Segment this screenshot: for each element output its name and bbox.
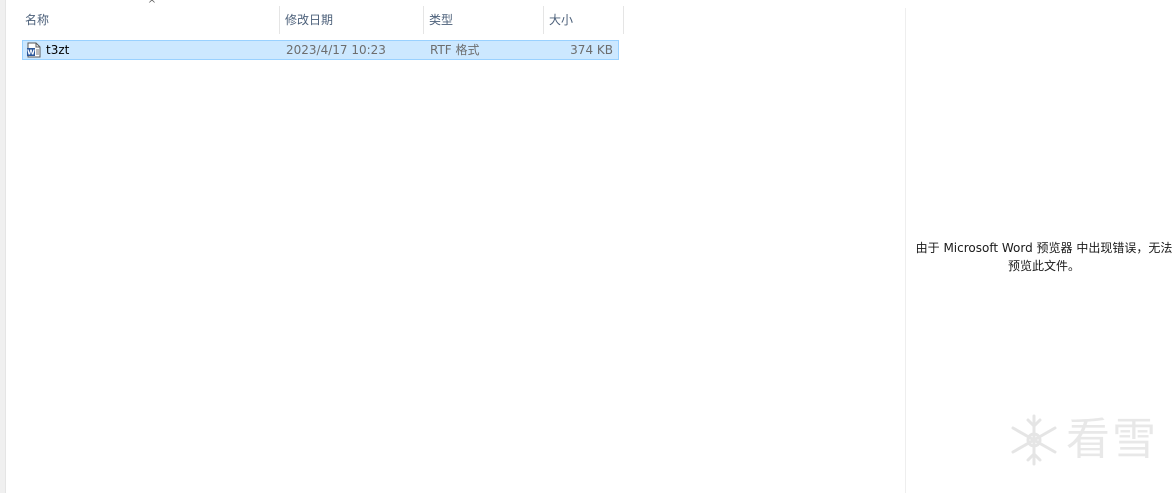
watermark-text: 看雪 [1066,414,1158,465]
column-header-row: ^ 名称 修改日期 类型 大小 [20,0,630,34]
column-header-size[interactable]: 大小 [544,6,624,34]
preview-pane: 由于 Microsoft Word 预览器 中出现错误，无法 预览此文件。 看雪 [906,0,1176,493]
column-header-date[interactable]: 修改日期 [280,6,424,34]
watermark-logo: 看雪 [1004,408,1164,472]
file-explorer-window: ^ 名称 修改日期 类型 大小 W t3zt 2023/4/17 10:23 R… [0,0,1176,493]
snowflake-icon [1011,414,1057,466]
file-size: 374 KB [570,43,613,57]
svg-text:W: W [27,49,35,57]
rtf-document-icon: W [26,42,42,58]
column-header-name[interactable]: 名称 [20,6,280,34]
file-name: t3zt [46,43,70,57]
file-modified-date: 2023/4/17 10:23 [286,43,386,57]
file-row[interactable]: W t3zt 2023/4/17 10:23 RTF 格式 374 KB [22,40,619,60]
column-header-type[interactable]: 类型 [424,6,544,34]
file-list-pane[interactable]: ^ 名称 修改日期 类型 大小 W t3zt 2023/4/17 10:23 R… [6,0,905,493]
preview-error-message: 由于 Microsoft Word 预览器 中出现错误，无法 预览此文件。 [912,239,1176,275]
file-type: RTF 格式 [430,43,480,57]
preview-error-line-1: 由于 Microsoft Word 预览器 中出现错误，无法 [915,241,1173,255]
preview-error-line-2: 预览此文件。 [1007,259,1080,273]
